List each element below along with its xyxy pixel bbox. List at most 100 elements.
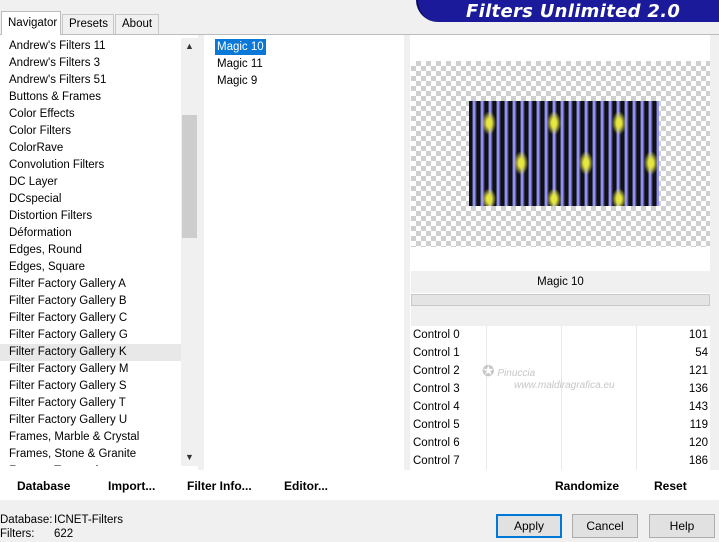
filters-count-value: 622 xyxy=(54,528,74,540)
category-item[interactable]: Color Effects xyxy=(0,106,181,123)
category-item[interactable]: Filter Factory Gallery G xyxy=(0,327,181,344)
slider-tick xyxy=(561,398,562,416)
slider-tick xyxy=(486,398,487,416)
apply-button[interactable]: Apply xyxy=(496,514,562,538)
slider-tick xyxy=(561,326,562,344)
category-list[interactable]: Andrew's Filters 11 Andrew's Filters 3 And… xyxy=(0,38,181,466)
slider-tick xyxy=(486,326,487,344)
slider-tick xyxy=(636,398,637,416)
slider-tick xyxy=(636,380,637,398)
divider xyxy=(198,35,204,470)
tab-presets[interactable]: Presets xyxy=(62,14,114,34)
category-item[interactable]: Frames, Textured xyxy=(0,463,181,466)
randomize-button[interactable]: Randomize xyxy=(555,475,619,497)
slider-tick xyxy=(636,452,637,470)
category-item[interactable]: Edges, Round xyxy=(0,242,181,259)
control-label: Control 6 xyxy=(413,437,460,449)
category-item[interactable]: Frames, Stone & Granite xyxy=(0,446,181,463)
scroll-down-icon[interactable]: ▼ xyxy=(181,449,198,466)
category-item[interactable]: Filter Factory Gallery K xyxy=(0,344,181,361)
control-value: 143 xyxy=(688,401,708,413)
banner-title: Filters Unlimited 2.0 xyxy=(466,1,681,22)
filter-progress-bar xyxy=(411,294,710,306)
category-item[interactable]: Filter Factory Gallery M xyxy=(0,361,181,378)
slider-tick xyxy=(561,416,562,434)
category-item[interactable]: Filter Factory Gallery C xyxy=(0,310,181,327)
slider-tick xyxy=(636,326,637,344)
scroll-up-icon[interactable]: ▲ xyxy=(181,38,198,55)
category-item[interactable]: Distortion Filters xyxy=(0,208,181,225)
control-value: 101 xyxy=(688,329,708,341)
filter-item[interactable]: Magic 9 xyxy=(215,73,259,89)
category-item[interactable]: Edges, Square xyxy=(0,259,181,276)
slider-tick xyxy=(636,416,637,434)
category-item[interactable]: Filter Factory Gallery B xyxy=(0,293,181,310)
category-item[interactable]: Convolution Filters xyxy=(0,157,181,174)
category-item[interactable]: Color Filters xyxy=(0,123,181,140)
control-value: 119 xyxy=(689,419,708,431)
control-slider-row[interactable]: Control 4 143 xyxy=(411,398,710,416)
slider-tick xyxy=(486,344,487,362)
import-button[interactable]: Import... xyxy=(108,475,155,497)
divider xyxy=(710,35,719,470)
slider-tick xyxy=(636,362,637,380)
control-label: Control 7 xyxy=(413,455,460,467)
control-value: 186 xyxy=(688,455,708,467)
category-item[interactable]: Andrew's Filters 3 xyxy=(0,55,181,72)
slider-tick xyxy=(561,344,562,362)
category-item[interactable]: ColorRave xyxy=(0,140,181,157)
scroll-thumb[interactable] xyxy=(182,115,197,238)
category-item[interactable]: Andrew's Filters 11 xyxy=(0,38,181,55)
tab-about[interactable]: About xyxy=(115,14,159,34)
slider-tick xyxy=(486,452,487,470)
control-label: Control 2 xyxy=(413,365,460,377)
control-value: 54 xyxy=(695,347,708,359)
filters-count-label: Filters: xyxy=(0,528,35,540)
control-label: Control 0 xyxy=(413,329,460,341)
category-item[interactable]: Filter Factory Gallery T xyxy=(0,395,181,412)
slider-tick xyxy=(636,344,637,362)
database-value: ICNET-Filters xyxy=(54,514,123,526)
filter-item[interactable]: Magic 10 xyxy=(215,39,266,55)
reset-button[interactable]: Reset xyxy=(654,475,687,497)
category-item[interactable]: Filter Factory Gallery S xyxy=(0,378,181,395)
divider xyxy=(404,35,410,470)
control-label: Control 4 xyxy=(413,401,460,413)
slider-tick xyxy=(561,434,562,452)
slider-tick xyxy=(486,434,487,452)
control-slider-row[interactable]: Control 1 54 xyxy=(411,344,710,362)
control-label: Control 1 xyxy=(413,347,460,359)
control-label: Control 3 xyxy=(413,383,460,395)
control-slider-row[interactable]: Control 0 101 xyxy=(411,326,710,344)
control-value: 121 xyxy=(688,365,708,377)
control-value: 120 xyxy=(688,437,708,449)
help-button[interactable]: Help xyxy=(649,514,715,538)
preview-image xyxy=(469,101,659,206)
editor-button[interactable]: Editor... xyxy=(284,475,328,497)
database-button[interactable]: Database xyxy=(17,475,70,497)
control-slider-row[interactable]: Control 6 120 xyxy=(411,434,710,452)
control-slider-row[interactable]: Control 5 119 xyxy=(411,416,710,434)
slider-tick xyxy=(636,434,637,452)
category-item[interactable]: Frames, Marble & Crystal xyxy=(0,429,181,446)
slider-tick xyxy=(486,416,487,434)
category-item[interactable]: Filter Factory Gallery A xyxy=(0,276,181,293)
filter-info-button[interactable]: Filter Info... xyxy=(187,475,252,497)
category-item[interactable]: Déformation xyxy=(0,225,181,242)
category-item[interactable]: Andrew's Filters 51 xyxy=(0,72,181,89)
control-slider-row[interactable]: Control 7 186 xyxy=(411,452,710,470)
tab-navigator[interactable]: Navigator xyxy=(1,11,61,35)
category-item[interactable]: Filter Factory Gallery U xyxy=(0,412,181,429)
slider-tick xyxy=(561,452,562,470)
control-label: Control 5 xyxy=(413,419,460,431)
filter-name-label: Magic 10 xyxy=(411,271,710,293)
database-label: Database: xyxy=(0,514,53,526)
category-scrollbar[interactable]: ▲ ▼ xyxy=(181,38,198,466)
control-value: 136 xyxy=(688,383,708,395)
category-item[interactable]: DC Layer xyxy=(0,174,181,191)
cancel-button[interactable]: Cancel xyxy=(572,514,638,538)
category-item[interactable]: Buttons & Frames xyxy=(0,89,181,106)
category-item[interactable]: DCspecial xyxy=(0,191,181,208)
watermark: ✪ Pinuccia www.maldiragrafica.eu xyxy=(482,363,615,391)
filter-item[interactable]: Magic 11 xyxy=(215,56,265,72)
